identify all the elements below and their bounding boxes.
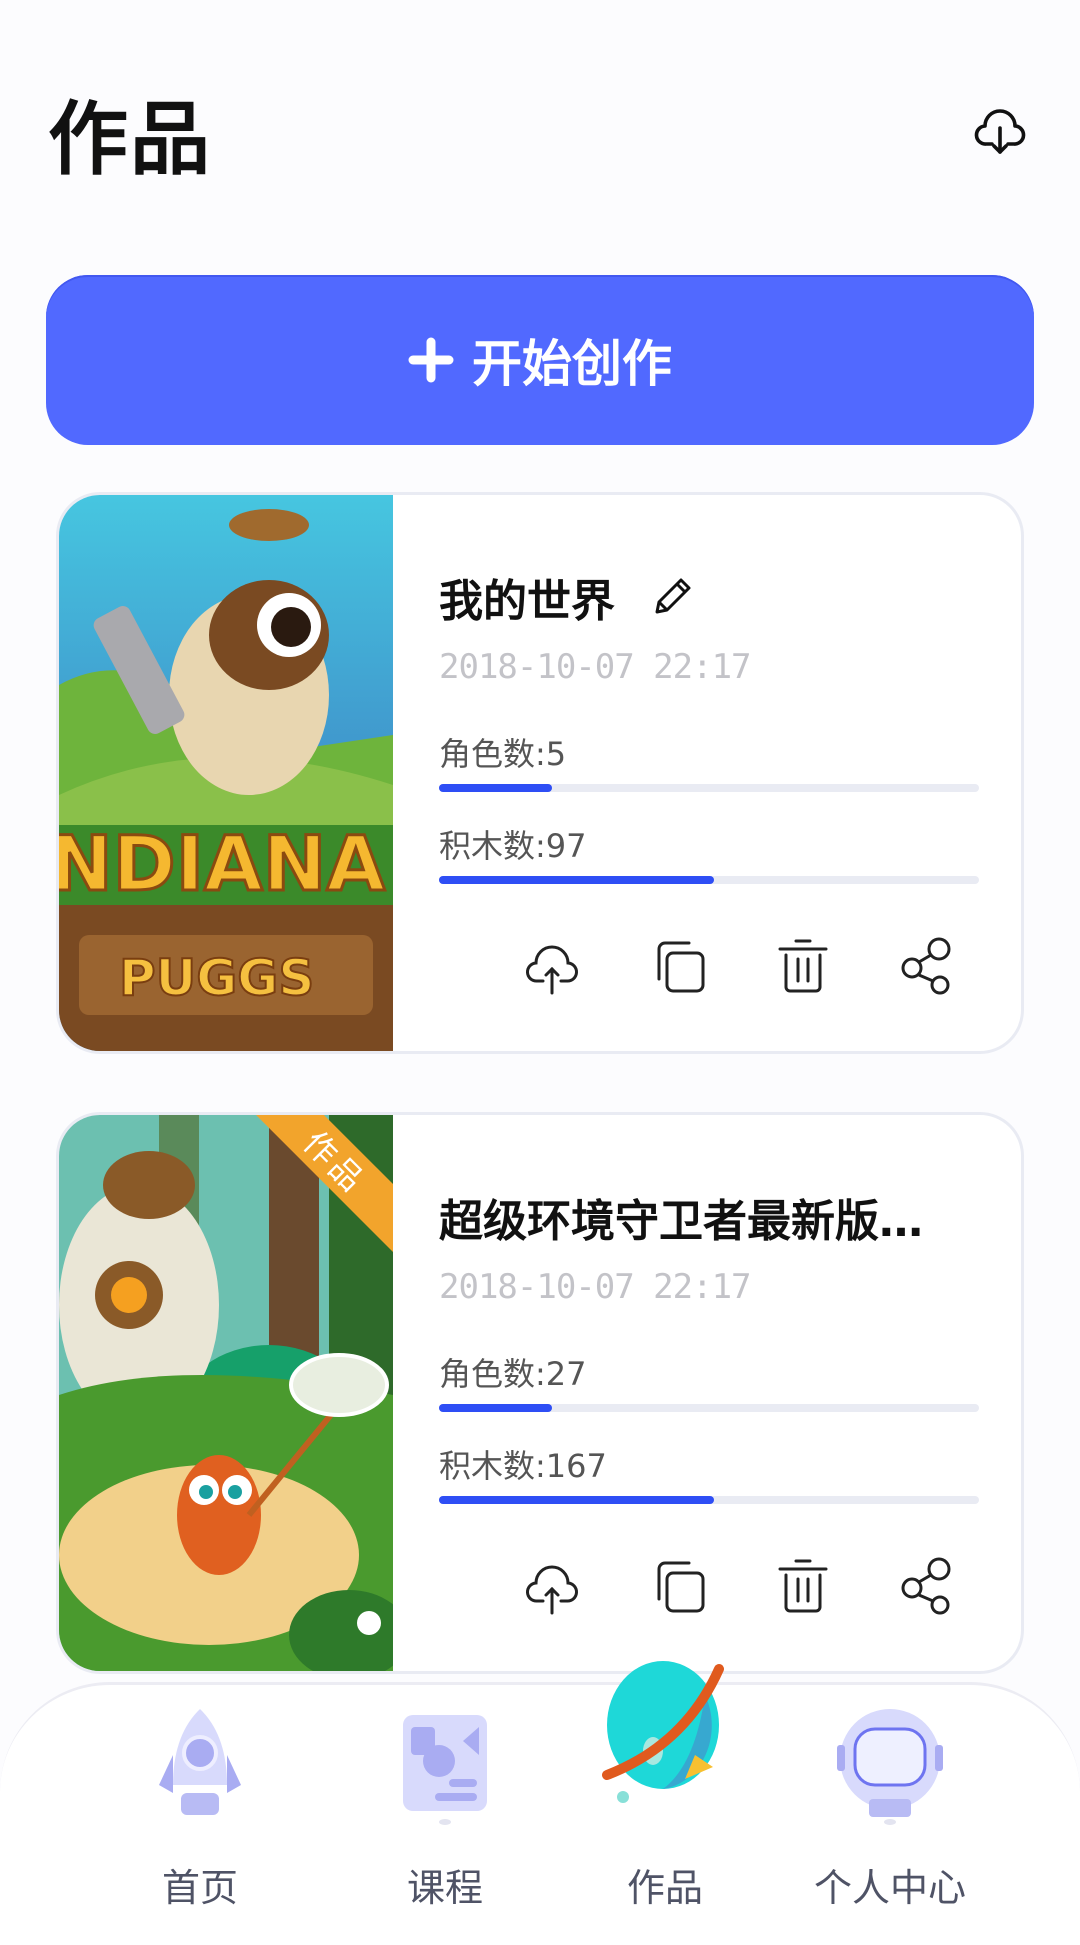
copy-icon[interactable] bbox=[649, 1555, 711, 1617]
share-icon[interactable] bbox=[897, 935, 959, 997]
rocket-icon bbox=[159, 1709, 241, 1815]
roles-progress-bar bbox=[439, 784, 979, 792]
nav-item-works[interactable]: 作品 bbox=[565, 1661, 765, 1923]
work-date: 2018-10-07 22:17 bbox=[439, 1267, 752, 1307]
work-card[interactable]: NDIANA PUGGS 我的世界 2018-10-07 22:17 角色数:5… bbox=[56, 492, 1024, 1054]
start-create-button[interactable]: 开始创作 bbox=[46, 275, 1034, 445]
work-card[interactable]: 作品 超级环境守卫者最新版… 2018-10-07 22:17 角色数:27 积… bbox=[56, 1112, 1024, 1674]
progress-fill bbox=[439, 784, 553, 792]
course-icon bbox=[403, 1715, 487, 1825]
trash-icon[interactable] bbox=[772, 1555, 834, 1617]
work-title: 我的世界 bbox=[439, 576, 615, 627]
plus-icon bbox=[408, 337, 454, 383]
blocks-count: 积木数:97 bbox=[439, 827, 587, 865]
nav-label: 作品 bbox=[626, 1866, 703, 1910]
roles-count: 角色数:27 bbox=[439, 1355, 587, 1393]
blocks-progress-bar bbox=[439, 876, 979, 884]
pencil-edit-icon[interactable] bbox=[649, 574, 695, 620]
work-thumbnail[interactable]: 作品 bbox=[59, 1115, 393, 1671]
astronaut-helmet-icon bbox=[837, 1709, 943, 1825]
bottom-nav: 首页 课程 作品 个人中心 bbox=[0, 1661, 1080, 1945]
share-icon[interactable] bbox=[897, 1555, 959, 1617]
work-title: 超级环境守卫者最新版… bbox=[439, 1196, 923, 1247]
work-date: 2018-10-07 22:17 bbox=[439, 647, 752, 687]
copy-icon[interactable] bbox=[649, 935, 711, 997]
cloud-upload-icon[interactable] bbox=[521, 1555, 583, 1617]
work-actions bbox=[439, 1555, 999, 1625]
start-create-label: 开始创作 bbox=[472, 335, 672, 393]
thumbnail-title-text: NDIANA bbox=[59, 819, 385, 908]
work-thumbnail[interactable]: NDIANA PUGGS bbox=[59, 495, 393, 1051]
cloud-upload-icon[interactable] bbox=[521, 935, 583, 997]
cloud-download-icon[interactable] bbox=[970, 98, 1030, 158]
progress-fill bbox=[439, 1496, 715, 1504]
progress-fill bbox=[439, 876, 715, 884]
nav-item-profile[interactable]: 个人中心 bbox=[790, 1685, 990, 1923]
nav-label: 首页 bbox=[161, 1866, 238, 1910]
progress-fill bbox=[439, 1404, 553, 1412]
roles-count: 角色数:5 bbox=[439, 735, 567, 773]
page-title: 作品 bbox=[48, 93, 212, 186]
nav-label: 课程 bbox=[406, 1866, 483, 1910]
blocks-progress-bar bbox=[439, 1496, 979, 1504]
planet-icon bbox=[602, 1661, 724, 1803]
trash-icon[interactable] bbox=[772, 935, 834, 997]
thumbnail-subtitle-text: PUGGS bbox=[119, 949, 314, 1007]
nav-label: 个人中心 bbox=[813, 1866, 966, 1910]
work-actions bbox=[439, 935, 999, 1005]
blocks-count: 积木数:167 bbox=[439, 1447, 607, 1485]
roles-progress-bar bbox=[439, 1404, 979, 1412]
nav-item-home[interactable]: 首页 bbox=[100, 1685, 300, 1923]
nav-item-courses[interactable]: 课程 bbox=[345, 1685, 545, 1923]
